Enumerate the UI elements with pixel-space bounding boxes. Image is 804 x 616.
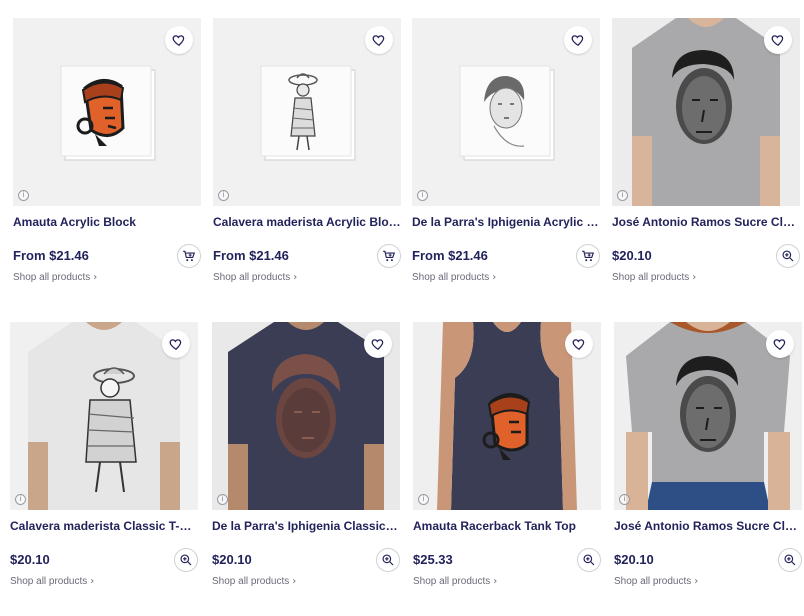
favorite-button[interactable] — [365, 26, 393, 54]
info-icon[interactable]: i — [18, 190, 29, 201]
info-icon[interactable]: i — [619, 494, 630, 505]
product-title[interactable]: Amauta Acrylic Block — [13, 215, 201, 231]
product-card[interactable]: i José Antonio Ramos Sucre Class... $20.… — [612, 18, 800, 283]
product-title[interactable]: José Antonio Ramos Sucre Class... — [612, 215, 800, 231]
heart-icon — [169, 339, 182, 351]
favorite-button[interactable] — [364, 330, 392, 358]
shop-all-products-link[interactable]: Shop all products › — [10, 576, 198, 587]
shop-all-products-link[interactable]: Shop all products › — [213, 272, 401, 283]
heart-icon — [172, 35, 185, 47]
product-card[interactable]: i José Antonio Ramos Sucre Class... $20.… — [614, 322, 802, 587]
product-title[interactable]: De la Parra's Iphigenia Acrylic Bl... — [412, 215, 600, 231]
product-image[interactable]: i — [614, 322, 802, 510]
chevron-right-icon: › — [692, 272, 697, 283]
favorite-button[interactable] — [764, 26, 792, 54]
shop-all-products-link[interactable]: Shop all products › — [13, 272, 201, 283]
product-price: $20.10 — [212, 552, 252, 567]
chevron-right-icon: › — [493, 576, 498, 587]
product-price: From $21.46 — [412, 248, 488, 263]
heart-icon — [773, 339, 786, 351]
product-image[interactable]: i — [212, 322, 400, 510]
heart-icon — [572, 339, 585, 351]
product-card[interactable]: i De la Parra's Iphigenia Acrylic Bl... … — [412, 18, 600, 283]
product-price: $20.10 — [10, 552, 50, 567]
zoom-icon — [583, 554, 595, 566]
product-title[interactable]: Amauta Racerback Tank Top — [413, 519, 601, 535]
product-title[interactable]: De la Parra's Iphigenia Classic T-... — [212, 519, 400, 535]
heart-icon — [372, 35, 385, 47]
shop-all-products-link[interactable]: Shop all products › — [212, 576, 400, 587]
favorite-button[interactable] — [564, 26, 592, 54]
product-image[interactable]: i — [10, 322, 198, 510]
zoom-icon — [180, 554, 192, 566]
product-card[interactable]: i De la Parra's Iphigenia Classic T-... … — [212, 322, 400, 587]
product-image[interactable]: i — [13, 18, 201, 206]
product-price: $20.10 — [612, 248, 652, 263]
add-to-cart-button[interactable] — [177, 244, 201, 268]
product-price: $25.33 — [413, 552, 453, 567]
favorite-button[interactable] — [565, 330, 593, 358]
chevron-right-icon: › — [694, 576, 699, 587]
product-title[interactable]: Calavera maderista Acrylic Block — [213, 215, 401, 231]
info-icon[interactable]: i — [417, 190, 428, 201]
info-icon[interactable]: i — [218, 190, 229, 201]
product-image[interactable]: i — [412, 18, 600, 206]
heart-icon — [571, 35, 584, 47]
cart-icon — [383, 250, 396, 262]
zoom-button[interactable] — [376, 548, 400, 572]
product-price: From $21.46 — [13, 248, 89, 263]
favorite-button[interactable] — [165, 26, 193, 54]
product-price: $20.10 — [614, 552, 654, 567]
info-icon[interactable]: i — [617, 190, 628, 201]
product-image[interactable]: i — [213, 18, 401, 206]
product-card[interactable]: i Calavera maderista Classic T-Sh... $20… — [10, 322, 198, 587]
heart-icon — [371, 339, 384, 351]
chevron-right-icon: › — [93, 272, 98, 283]
heart-icon — [771, 35, 784, 47]
shop-all-products-link[interactable]: Shop all products › — [612, 272, 800, 283]
chevron-right-icon: › — [293, 272, 298, 283]
info-icon[interactable]: i — [15, 494, 26, 505]
product-title[interactable]: José Antonio Ramos Sucre Class... — [614, 519, 802, 535]
add-to-cart-button[interactable] — [576, 244, 600, 268]
zoom-button[interactable] — [776, 244, 800, 268]
zoom-button[interactable] — [778, 548, 802, 572]
chevron-right-icon: › — [292, 576, 297, 587]
product-image[interactable]: i — [413, 322, 601, 510]
product-card[interactable]: i Calavera maderista Acrylic Block From … — [213, 18, 401, 283]
product-title[interactable]: Calavera maderista Classic T-Sh... — [10, 519, 198, 535]
shop-all-products-link[interactable]: Shop all products › — [614, 576, 802, 587]
shop-all-products-link[interactable]: Shop all products › — [413, 576, 601, 587]
favorite-button[interactable] — [162, 330, 190, 358]
product-card[interactable]: i Amauta Racerback Tank Top $25.33 Shop … — [413, 322, 601, 587]
zoom-icon — [782, 250, 794, 262]
add-to-cart-button[interactable] — [377, 244, 401, 268]
chevron-right-icon: › — [90, 576, 95, 587]
zoom-button[interactable] — [174, 548, 198, 572]
cart-icon — [582, 250, 595, 262]
product-card[interactable]: i Amauta Acrylic Block From $21.46 Shop … — [13, 18, 201, 283]
shop-all-products-link[interactable]: Shop all products › — [412, 272, 600, 283]
chevron-right-icon: › — [492, 272, 497, 283]
zoom-button[interactable] — [577, 548, 601, 572]
zoom-icon — [784, 554, 796, 566]
info-icon[interactable]: i — [418, 494, 429, 505]
favorite-button[interactable] — [766, 330, 794, 358]
cart-icon — [183, 250, 196, 262]
product-price: From $21.46 — [213, 248, 289, 263]
product-image[interactable]: i — [612, 18, 800, 206]
zoom-icon — [382, 554, 394, 566]
info-icon[interactable]: i — [217, 494, 228, 505]
